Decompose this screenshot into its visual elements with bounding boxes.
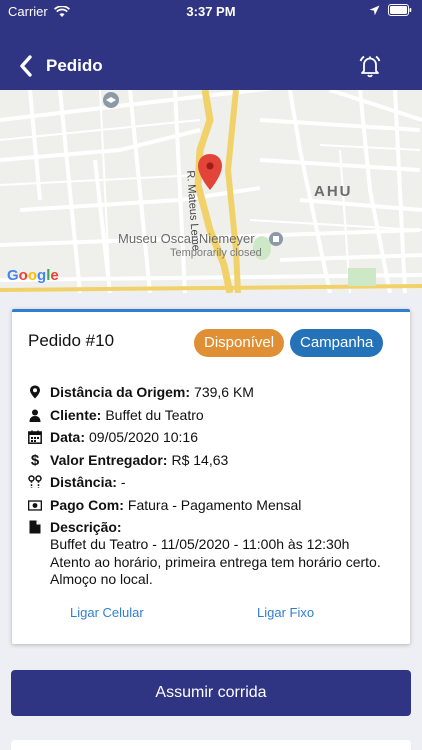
description-text: Buffet du Teatro - 11/05/2020 - 11:00h à… bbox=[50, 536, 381, 587]
detail-value: Buffet du Teatro bbox=[105, 407, 204, 423]
app-header: Carrier 3:37 PM Pedido bbox=[0, 0, 422, 90]
detail-label: Descrição: bbox=[50, 519, 122, 535]
detail-courier-fee: $ Valor Entregador: R$ 14,63 bbox=[28, 451, 229, 469]
map-pin-icon bbox=[28, 385, 42, 399]
detail-payment: Pago Com: Fatura - Pagamento Mensal bbox=[28, 497, 301, 513]
detail-origin-distance: Distância da Origem: 739,6 KM bbox=[28, 384, 254, 400]
map-view[interactable]: R. Mateus Leme AHU Museu Oscar Niemeyer … bbox=[0, 90, 422, 293]
detail-label: Distância: bbox=[50, 474, 117, 490]
detail-label: Cliente: bbox=[50, 407, 102, 423]
detail-value: R$ 14,63 bbox=[171, 452, 229, 468]
status-badge-available: Disponível bbox=[194, 329, 285, 357]
status-right bbox=[369, 4, 412, 16]
location-arrow-icon bbox=[369, 5, 380, 15]
call-landline-link[interactable]: Ligar Fixo bbox=[257, 605, 314, 620]
bell-icon bbox=[359, 55, 381, 78]
detail-value: 739,6 KM bbox=[194, 384, 254, 400]
route-icon bbox=[28, 475, 42, 489]
order-card: Pedido #10 Disponível Campanha Distância… bbox=[12, 309, 410, 644]
detail-value: 09/05/2020 10:16 bbox=[89, 429, 199, 445]
detail-label: Distância da Origem: bbox=[50, 384, 191, 400]
dollar-icon: $ bbox=[30, 451, 40, 469]
next-card-edge bbox=[11, 740, 411, 750]
detail-label: Pago Com: bbox=[50, 497, 124, 513]
user-icon bbox=[28, 408, 42, 422]
accept-ride-button[interactable]: Assumir corrida bbox=[11, 670, 411, 716]
campaign-badge: Campanha bbox=[290, 329, 384, 357]
call-mobile-link[interactable]: Ligar Celular bbox=[70, 605, 144, 620]
battery-icon bbox=[388, 4, 412, 16]
detail-client: Cliente: Buffet du Teatro bbox=[28, 407, 204, 423]
map-streets bbox=[0, 90, 422, 293]
chevron-left-icon bbox=[20, 55, 32, 77]
cash-icon bbox=[28, 498, 42, 512]
detail-label: Valor Entregador: bbox=[50, 452, 168, 468]
status-bar: Carrier 3:37 PM bbox=[0, 0, 422, 22]
detail-value: Fatura - Pagamento Mensal bbox=[127, 497, 302, 513]
detail-label: Data: bbox=[50, 429, 86, 445]
google-logo: Google bbox=[7, 267, 59, 284]
district-label: AHU bbox=[314, 183, 353, 200]
detail-value: - bbox=[120, 474, 126, 490]
back-button[interactable] bbox=[14, 52, 38, 80]
notifications-button[interactable] bbox=[356, 52, 384, 80]
place-name-label: Museu Oscar Niemeyer bbox=[118, 231, 255, 246]
detail-date: Data: 09/05/2020 10:16 bbox=[28, 429, 198, 445]
document-icon bbox=[28, 520, 42, 534]
nav-bar: Pedido bbox=[0, 46, 422, 86]
calendar-icon bbox=[28, 430, 42, 444]
place-status-label: Temporarily closed bbox=[170, 247, 262, 259]
detail-distance: Distância: - bbox=[28, 474, 126, 490]
status-time: 3:37 PM bbox=[186, 4, 236, 19]
detail-description: Descrição: bbox=[28, 519, 126, 535]
page-title: Pedido bbox=[46, 56, 103, 75]
order-title: Pedido #10 bbox=[28, 331, 115, 350]
